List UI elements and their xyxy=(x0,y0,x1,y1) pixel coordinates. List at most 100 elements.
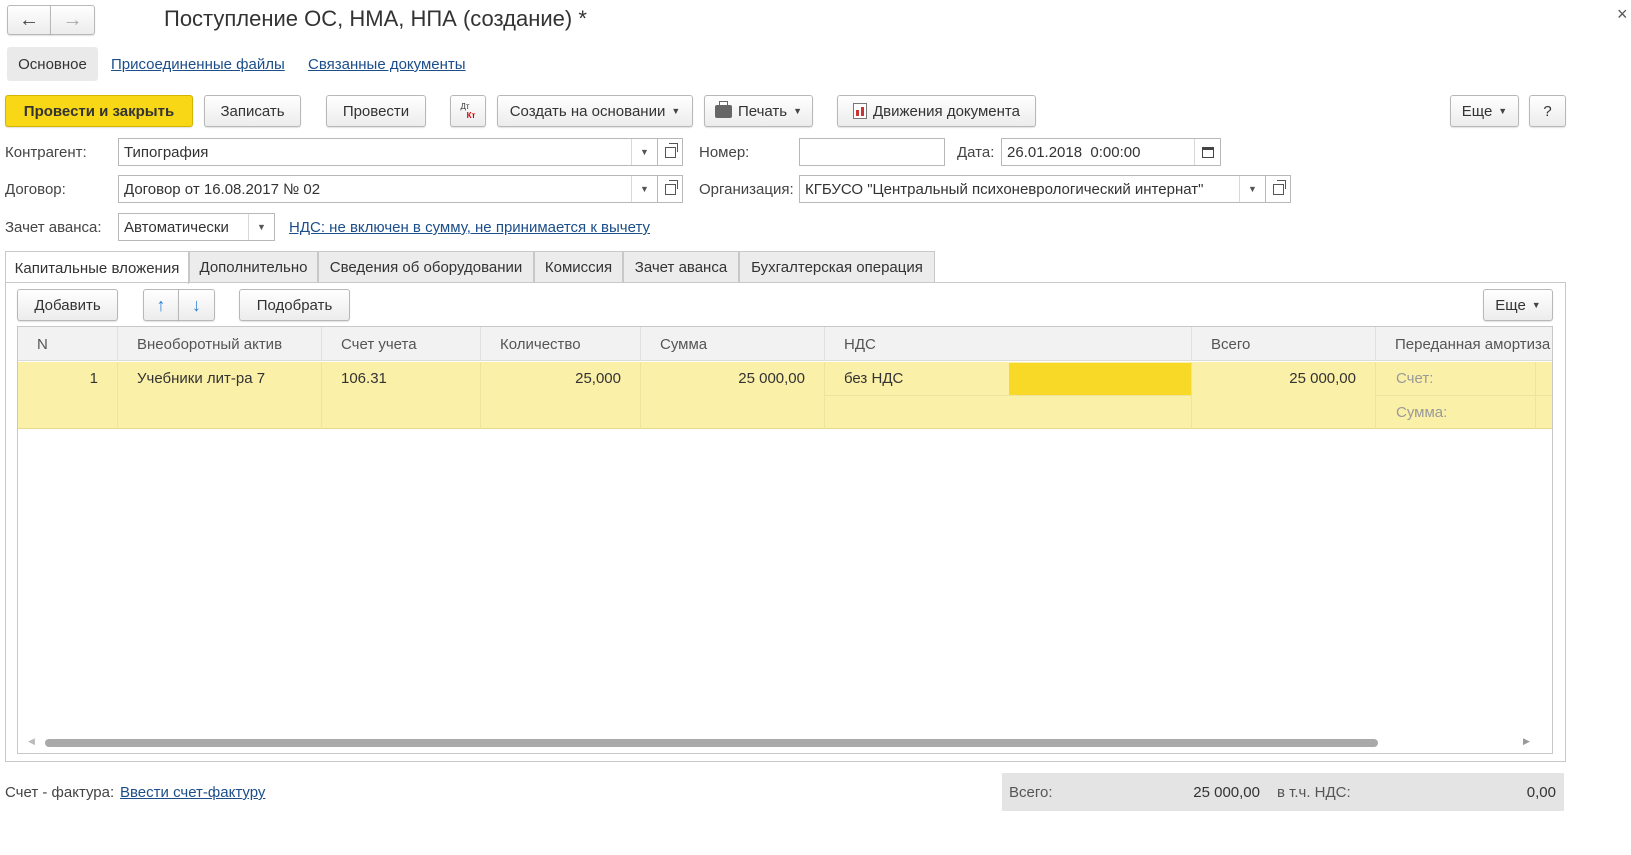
vat-settings-link[interactable]: НДС: не включен в сумму, не принимается … xyxy=(289,219,650,236)
col-header-asset[interactable]: Внеоборотный актив xyxy=(118,327,322,361)
post-button[interactable]: Провести xyxy=(326,95,426,127)
organization-open-button[interactable] xyxy=(1265,175,1291,203)
total-vat-value: 0,00 xyxy=(1526,784,1556,801)
cell-quantity[interactable]: 25,000 xyxy=(481,370,621,387)
move-up-button[interactable]: ↑ xyxy=(143,289,179,321)
total-vat-label: в т.ч. НДС: xyxy=(1277,784,1351,801)
cell-account[interactable]: 106.31 xyxy=(341,370,387,387)
chevron-down-icon[interactable]: ▼ xyxy=(1239,176,1265,202)
date-label: Дата: xyxy=(957,144,995,161)
tab-equipment-info[interactable]: Сведения об оборудовании xyxy=(318,251,534,283)
enter-invoice-link[interactable]: Ввести счет-фактуру xyxy=(120,784,265,801)
table-more-label: Еще xyxy=(1495,296,1526,314)
add-row-label: Добавить xyxy=(34,296,101,314)
date-field[interactable]: 26.01.2018 0:00:00 xyxy=(1001,138,1221,166)
tab-accounting-operation[interactable]: Бухгалтерская операция xyxy=(739,251,935,283)
print-button[interactable]: Печать ▼ xyxy=(704,95,813,127)
cell-sum[interactable]: 25 000,00 xyxy=(641,370,805,387)
contract-field[interactable]: Договор от 16.08.2017 № 02 ▼ xyxy=(118,175,658,203)
contractor-field[interactable]: Типография ▼ xyxy=(118,138,658,166)
col-header-account[interactable]: Счет учета xyxy=(322,327,481,361)
contract-label: Договор: xyxy=(5,181,66,198)
vat-rate-active-cell[interactable] xyxy=(1009,363,1191,395)
cell-n[interactable]: 1 xyxy=(18,370,98,387)
tab-capital-investments-label: Капитальные вложения xyxy=(14,259,180,277)
scroll-right-icon[interactable]: ▶ xyxy=(1523,736,1530,747)
contractor-label: Контрагент: xyxy=(5,144,87,161)
printer-icon xyxy=(714,100,732,118)
cell-total[interactable]: 25 000,00 xyxy=(1192,370,1356,387)
save-button[interactable]: Записать xyxy=(204,95,301,127)
close-icon[interactable]: × xyxy=(1617,4,1628,25)
calendar-icon[interactable] xyxy=(1194,139,1220,165)
organization-value: КГБУСО "Центральный психоневрологический… xyxy=(805,180,1204,198)
post-and-close-button[interactable]: Провести и закрыть xyxy=(5,95,193,127)
total-label: Всего: xyxy=(1009,784,1053,801)
number-label: Номер: xyxy=(699,144,750,161)
cell-asset[interactable]: Учебники лит-ра 7 xyxy=(137,370,265,387)
tab-additional[interactable]: Дополнительно xyxy=(189,251,318,283)
advance-offset-field[interactable]: Автоматически ▼ xyxy=(118,213,275,241)
chevron-down-icon[interactable]: ▼ xyxy=(631,139,657,165)
contract-open-button[interactable] xyxy=(657,175,683,203)
chevron-down-icon[interactable]: ▼ xyxy=(631,176,657,202)
tab-additional-label: Дополнительно xyxy=(199,259,308,276)
tab-commission[interactable]: Комиссия xyxy=(534,251,623,283)
section-tab-files[interactable]: Присоединенные файлы xyxy=(111,56,285,73)
chevron-down-icon: ▼ xyxy=(1498,106,1508,116)
more-actions-label: Еще xyxy=(1461,102,1493,120)
help-button[interactable]: ? xyxy=(1529,95,1566,127)
chevron-down-icon: ▼ xyxy=(793,106,803,116)
scrollbar-thumb[interactable] xyxy=(45,739,1378,747)
section-tab-main[interactable]: Основное xyxy=(7,47,98,81)
document-movements-icon xyxy=(853,103,867,119)
tab-equipment-info-label: Сведения об оборудовании xyxy=(329,259,523,276)
contractor-value: Типография xyxy=(124,143,209,161)
col-header-vat[interactable]: НДС xyxy=(825,327,1192,361)
create-based-on-label: Создать на основании xyxy=(509,102,666,120)
col-header-sum[interactable]: Сумма xyxy=(641,327,825,361)
dt-kt-icon: Дт Кт xyxy=(460,102,475,120)
forward-button[interactable]: → xyxy=(50,5,95,35)
create-based-on-button[interactable]: Создать на основании ▼ xyxy=(497,95,693,127)
open-window-icon xyxy=(664,179,678,195)
add-row-button[interactable]: Добавить xyxy=(17,289,118,321)
tab-advance-offset[interactable]: Зачет аванса xyxy=(623,251,739,283)
move-down-button[interactable]: ↓ xyxy=(178,289,215,321)
table-more-button[interactable]: Еще ▼ xyxy=(1483,289,1553,321)
document-movements-button[interactable]: Движения документа xyxy=(837,95,1036,127)
col-header-quantity[interactable]: Количество xyxy=(481,327,641,361)
date-value: 26.01.2018 0:00:00 xyxy=(1007,143,1141,161)
pick-label: Подобрать xyxy=(256,296,333,314)
print-label: Печать xyxy=(737,102,788,120)
organization-label: Организация: xyxy=(699,181,794,198)
section-tab-linked-docs[interactable]: Связанные документы xyxy=(308,56,466,73)
post-label: Провести xyxy=(342,102,410,120)
chevron-down-icon[interactable]: ▼ xyxy=(248,214,274,240)
help-icon: ? xyxy=(1543,102,1552,120)
chevron-down-icon: ▼ xyxy=(671,106,681,116)
col-header-n[interactable]: N xyxy=(18,327,118,361)
cell-amort-account-label: Счет: xyxy=(1396,370,1434,387)
page-title: Поступление ОС, НМА, НПА (создание) * xyxy=(164,6,587,31)
scroll-left-icon[interactable]: ◀ xyxy=(28,736,35,747)
dt-kt-button[interactable]: Дт Кт xyxy=(450,95,486,127)
more-actions-button[interactable]: Еще ▼ xyxy=(1450,95,1519,127)
contract-value: Договор от 16.08.2017 № 02 xyxy=(124,180,321,198)
contractor-open-button[interactable] xyxy=(657,138,683,166)
col-header-transferred-amortization[interactable]: Переданная амортиза xyxy=(1376,327,1552,361)
back-button[interactable]: ← xyxy=(7,5,51,35)
tab-commission-label: Комиссия xyxy=(544,259,613,276)
post-and-close-label: Провести и закрыть xyxy=(23,102,175,120)
tab-capital-investments[interactable]: Капитальные вложения xyxy=(5,251,189,284)
cell-vat-rate[interactable]: без НДС xyxy=(844,370,903,387)
section-tab-main-label: Основное xyxy=(18,55,87,73)
number-field[interactable] xyxy=(799,138,945,166)
col-header-total[interactable]: Всего xyxy=(1192,327,1376,361)
invoice-label: Счет - фактура: xyxy=(5,784,115,801)
pick-button[interactable]: Подобрать xyxy=(239,289,350,321)
horizontal-scrollbar[interactable]: ◀ ▶ xyxy=(18,735,1552,751)
organization-field[interactable]: КГБУСО "Центральный психоневрологический… xyxy=(799,175,1266,203)
open-window-icon xyxy=(1272,179,1286,195)
arrow-down-icon: ↓ xyxy=(192,294,201,315)
